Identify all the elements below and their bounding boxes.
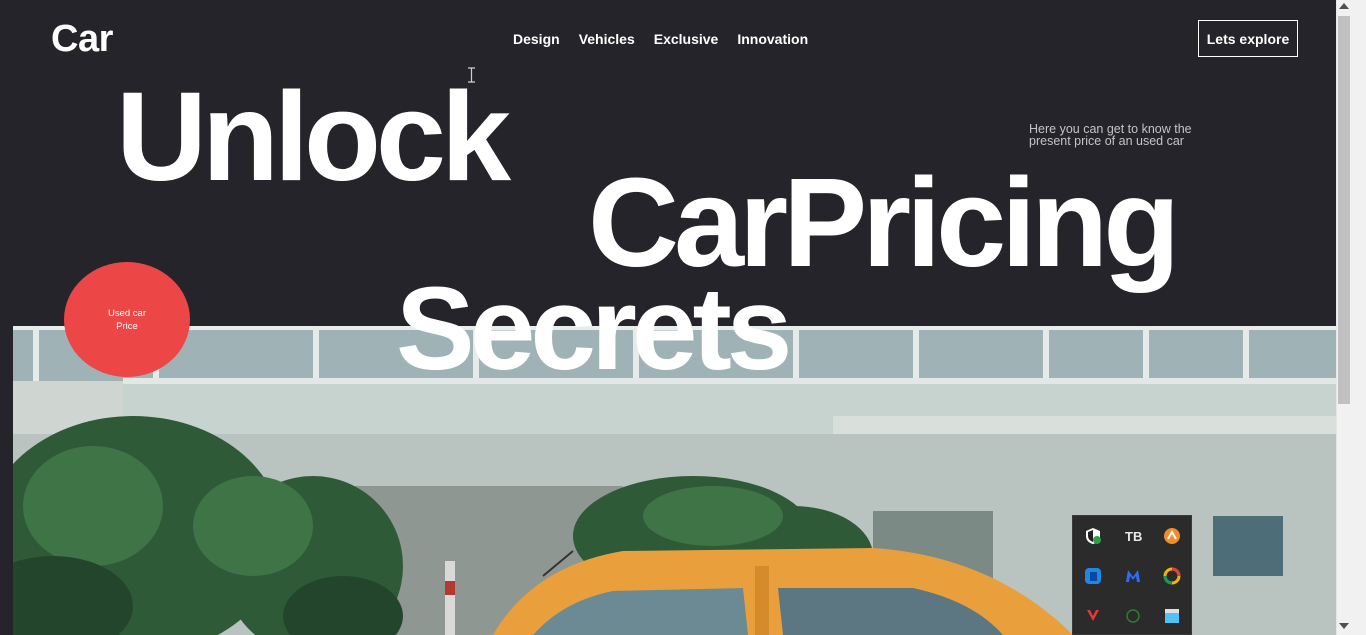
- malwarebytes-icon[interactable]: [1124, 567, 1142, 585]
- svg-text:TB: TB: [1125, 529, 1142, 544]
- hero-title-secrets: Secrets: [396, 263, 792, 395]
- hero-tagline: Here you can get to know the present pri…: [1029, 122, 1192, 148]
- hero-title-unlock: Unlock: [116, 66, 511, 207]
- window-icon[interactable]: [1163, 607, 1181, 625]
- badge-line-1: Used car: [107, 307, 146, 319]
- tb-icon[interactable]: TB: [1124, 527, 1142, 545]
- lets-explore-button[interactable]: Lets explore: [1198, 20, 1298, 57]
- circle-icon[interactable]: [1124, 607, 1142, 625]
- color-ring-icon[interactable]: [1163, 567, 1181, 585]
- scroll-up-arrow-icon[interactable]: [1339, 3, 1349, 9]
- nav-vehicles[interactable]: Vehicles: [579, 31, 635, 47]
- shield-check-icon[interactable]: [1084, 527, 1102, 545]
- main-nav: Design Vehicles Exclusive Innovation: [513, 31, 808, 47]
- used-car-price-badge[interactable]: Used car Price: [64, 262, 190, 377]
- site-logo[interactable]: Car: [51, 18, 113, 61]
- scroll-down-arrow-icon[interactable]: [1339, 623, 1349, 629]
- system-tray-overflow: TB: [1072, 515, 1192, 635]
- blue-app-icon[interactable]: [1084, 567, 1102, 585]
- nav-design[interactable]: Design: [513, 31, 560, 47]
- red-arrow-icon[interactable]: [1084, 607, 1102, 625]
- nav-exclusive[interactable]: Exclusive: [654, 31, 719, 47]
- orange-app-icon[interactable]: [1163, 527, 1181, 545]
- scrollbar-thumb[interactable]: [1338, 16, 1350, 404]
- nav-innovation[interactable]: Innovation: [737, 31, 808, 47]
- badge-line-2: Price: [116, 320, 138, 332]
